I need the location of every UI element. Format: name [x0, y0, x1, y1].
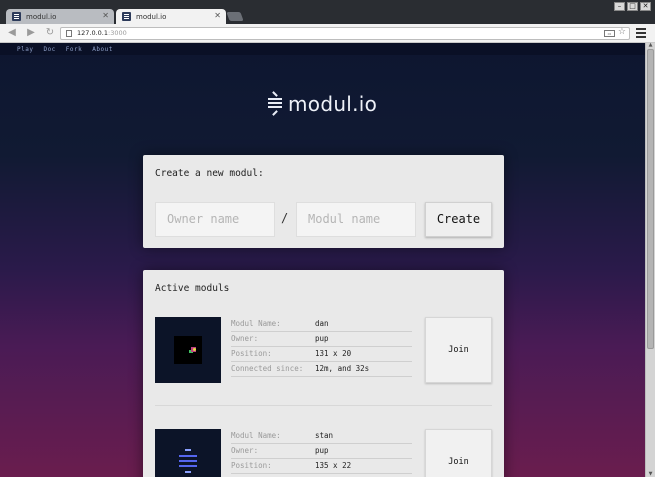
logo-icon — [268, 91, 282, 116]
tab-title: modul.io — [136, 12, 167, 21]
close-tab-icon[interactable]: ✕ — [214, 11, 221, 20]
owner-value: pup — [315, 446, 329, 455]
tab-title: modul.io — [26, 12, 57, 21]
modul-divider — [155, 405, 492, 406]
modul-thumbnail — [155, 317, 221, 383]
back-arrow-icon[interactable]: ◀ — [6, 27, 18, 39]
create-modul-card: Create a new modul: Owner name / Modul n… — [143, 155, 504, 248]
reload-icon[interactable]: ↻ — [44, 27, 56, 39]
robot-icon — [179, 449, 197, 473]
connected-label: Connected since: — [231, 364, 304, 373]
position-value: 131 x 20 — [315, 349, 352, 358]
new-tab-button[interactable] — [226, 12, 244, 21]
browser-tab-1[interactable]: modul.io ✕ — [6, 9, 114, 24]
join-button[interactable]: Join — [425, 317, 492, 383]
browser-tab-2[interactable]: modul.io ✕ — [116, 9, 226, 24]
address-host: 127.0.0.1 — [77, 29, 109, 37]
owner-label: Owner: — [231, 446, 259, 455]
modul-thumbnail — [155, 429, 221, 477]
position-label: Position: — [231, 349, 272, 358]
connected-value: 12m, and 32s — [315, 364, 370, 373]
favicon-icon — [12, 12, 21, 21]
nav-fork[interactable]: Fork — [66, 46, 82, 53]
menu-icon[interactable] — [636, 28, 646, 38]
owner-value: pup — [315, 334, 329, 343]
owner-name-input[interactable]: Owner name — [155, 202, 275, 237]
scroll-thumb[interactable] — [647, 49, 654, 349]
create-button[interactable]: Create — [425, 202, 492, 237]
modul-info: Modul Name: stan Owner: pup Position: 135 x… — [231, 429, 412, 474]
logo-text: modul.io — [288, 92, 378, 116]
active-moduls-card: Active moduls Modul Name: dan Owner: pup P… — [143, 270, 504, 477]
scroll-down-icon[interactable]: ▼ — [647, 472, 654, 477]
active-moduls-title: Active moduls — [155, 283, 230, 294]
modul-info: Modul Name: dan Owner: pup Position: 131 x … — [231, 317, 412, 377]
nav-play[interactable]: Play — [17, 46, 33, 53]
modul-name-value: dan — [315, 319, 329, 328]
owner-label: Owner: — [231, 334, 259, 343]
window-controls: – □ ✕ — [614, 2, 651, 11]
modul-name-input[interactable]: Modul name — [296, 202, 416, 237]
join-button[interactable]: Join — [425, 429, 492, 477]
vertical-scrollbar[interactable]: ▲ ▼ — [645, 43, 655, 477]
modul-name-value: stan — [315, 431, 334, 440]
address-bar[interactable]: 127.0.0.1:3000 ▭ ☆ — [60, 27, 630, 40]
page-viewport: Play Doc Fork About modul.io Create a ne… — [0, 43, 645, 477]
scroll-up-icon[interactable]: ▲ — [647, 43, 654, 48]
page-icon — [66, 30, 72, 37]
modul-item: Modul Name: dan Owner: pup Position: 131 x … — [155, 317, 492, 383]
forward-arrow-icon[interactable]: ▶ — [25, 27, 37, 39]
position-value: 135 x 22 — [315, 461, 352, 470]
top-navigation: Play Doc Fork About — [0, 43, 645, 55]
site-logo: modul.io — [268, 91, 378, 116]
position-label: Position: — [231, 461, 272, 470]
create-title: Create a new modul: — [155, 168, 264, 179]
address-port: :3000 — [108, 29, 127, 37]
browser-toolbar: ◀ ▶ ↻ 127.0.0.1:3000 ▭ ☆ — [0, 24, 655, 43]
nav-doc[interactable]: Doc — [43, 46, 55, 53]
nav-about[interactable]: About — [92, 46, 113, 53]
modul-item: Modul Name: stan Owner: pup Position: 135 x… — [155, 429, 492, 477]
name-separator: / — [281, 211, 289, 225]
minimize-icon[interactable]: – — [614, 2, 625, 11]
favicon-icon — [122, 12, 131, 21]
maximize-icon[interactable]: □ — [627, 2, 638, 11]
modul-name-label: Modul Name: — [231, 319, 281, 328]
close-window-icon[interactable]: ✕ — [640, 2, 651, 11]
extension-icon[interactable]: ▭ — [604, 30, 615, 37]
close-tab-icon[interactable]: ✕ — [102, 11, 109, 20]
modul-name-label: Modul Name: — [231, 431, 281, 440]
browser-tabstrip: modul.io ✕ modul.io ✕ – □ ✕ — [0, 0, 655, 24]
bookmark-star-icon[interactable]: ☆ — [618, 27, 626, 38]
